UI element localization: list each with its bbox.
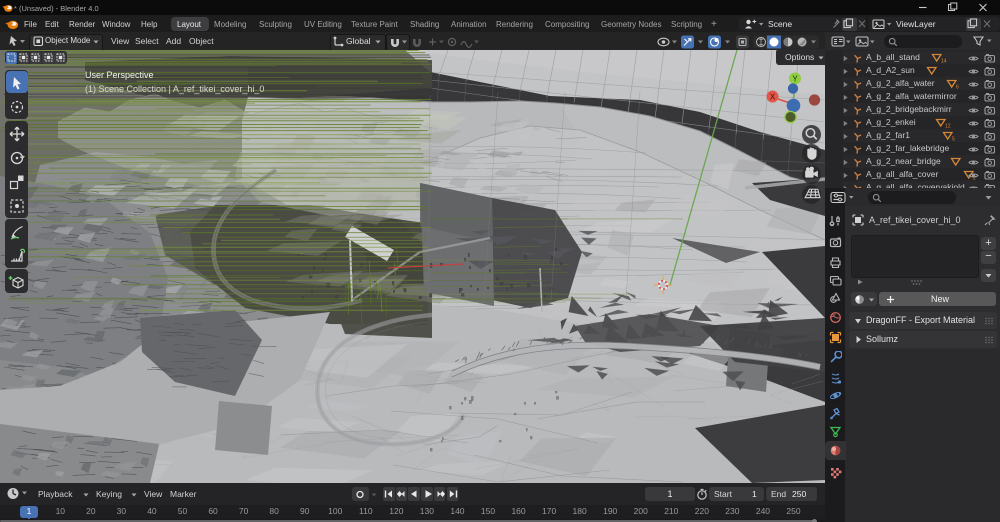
svg-text:6: 6 <box>956 84 959 90</box>
svg-text:14: 14 <box>941 58 947 64</box>
svg-text:Y: Y <box>792 75 798 84</box>
svg-text:12: 12 <box>945 123 951 129</box>
svg-text:5: 5 <box>952 136 955 142</box>
svg-text:X: X <box>770 93 776 102</box>
